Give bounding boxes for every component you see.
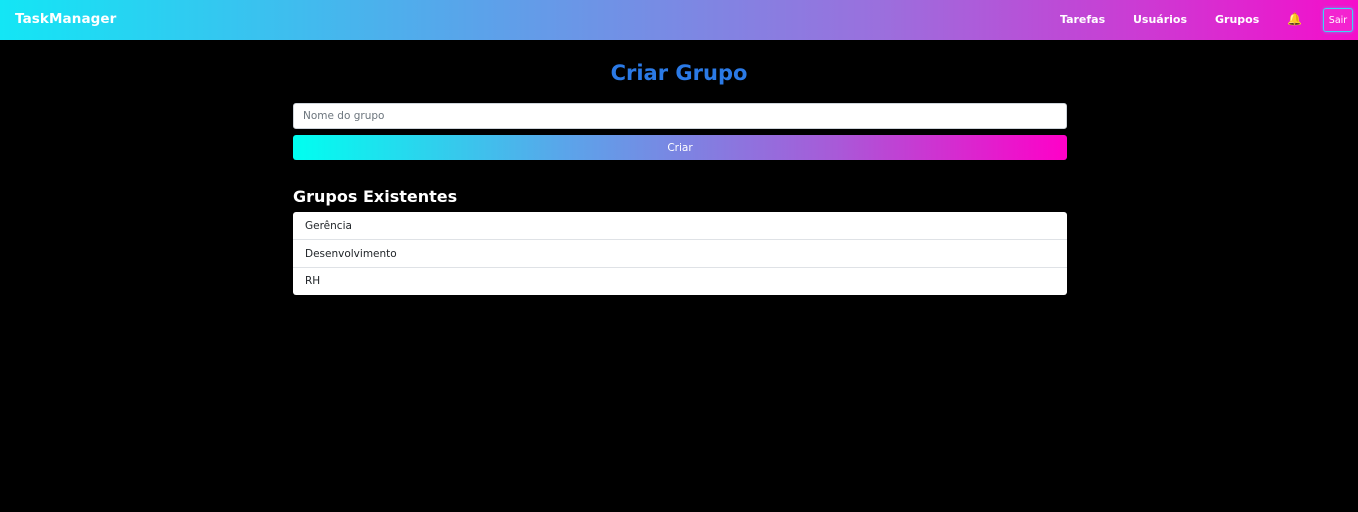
list-item[interactable]: Gerência (293, 212, 1067, 240)
create-group-button[interactable]: Criar (293, 135, 1067, 160)
logout-button[interactable]: Sair (1323, 8, 1353, 32)
top-navbar: TaskManager Tarefas Usuários Grupos 🔔 Sa… (0, 0, 1358, 40)
list-item[interactable]: RH (293, 268, 1067, 295)
group-name-input[interactable] (293, 103, 1067, 129)
list-item[interactable]: Desenvolvimento (293, 240, 1067, 268)
nav-link-tarefas[interactable]: Tarefas (1060, 13, 1105, 26)
nav-link-usuarios[interactable]: Usuários (1133, 13, 1187, 26)
page-title: Criar Grupo (610, 61, 748, 85)
brand-logo[interactable]: TaskManager (15, 11, 116, 27)
nav-link-grupos[interactable]: Grupos (1215, 13, 1259, 26)
existing-groups-title: Grupos Existentes (293, 187, 458, 206)
bell-icon[interactable]: 🔔 (1287, 12, 1302, 26)
group-list: Gerência Desenvolvimento RH (293, 212, 1067, 295)
